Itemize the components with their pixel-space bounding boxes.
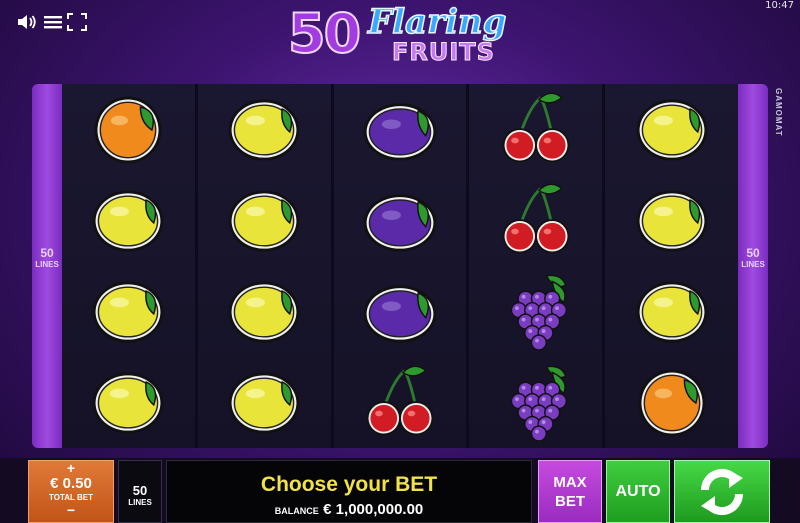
symbol-lemon <box>198 84 331 175</box>
lemon-icon <box>636 189 707 252</box>
symbol-grapes <box>469 266 602 357</box>
logo-word-2: FRUITS <box>392 38 495 67</box>
balance-display: BALANCE € 1,000,000.00 <box>167 501 531 519</box>
symbol-grapes <box>469 357 602 448</box>
reel-2 <box>197 84 331 448</box>
orange-icon <box>94 96 162 163</box>
grapes-icon <box>510 365 567 442</box>
auto-button[interactable]: AUTO <box>606 460 670 523</box>
plum-icon <box>363 284 437 343</box>
lemon-icon <box>93 371 164 434</box>
lines-caption: LINES <box>128 498 152 507</box>
reels-area <box>62 84 738 448</box>
orange-icon <box>638 369 705 436</box>
bet-increase-button[interactable]: + <box>29 461 113 475</box>
spin-button[interactable] <box>674 460 770 523</box>
lemon-icon <box>93 189 164 252</box>
balance-value: € 1,000,000.00 <box>323 501 424 518</box>
max-bet-button[interactable]: MAX BET <box>538 460 602 523</box>
cherry-icon <box>502 92 570 162</box>
message-text: Choose your BET <box>260 473 438 496</box>
cherry-icon <box>502 183 570 253</box>
lines-value: 50 <box>132 483 148 498</box>
symbol-plum <box>334 266 467 357</box>
fullscreen-icon[interactable] <box>66 12 88 32</box>
symbol-lemon <box>605 175 738 266</box>
symbol-lemon <box>62 175 195 266</box>
total-bet-control: + € 0.50 TOTAL BET − <box>28 460 114 523</box>
reel-frame: 50 LINES 50 LINES <box>32 84 768 448</box>
symbol-lemon <box>605 266 738 357</box>
plum-icon <box>363 193 437 252</box>
lemon-icon <box>228 280 300 343</box>
lemon-icon <box>228 98 300 161</box>
grapes-icon <box>510 274 567 351</box>
symbol-orange <box>62 84 195 175</box>
lemon-icon <box>636 280 707 343</box>
spin-icon <box>700 468 744 515</box>
cherry-icon <box>366 365 434 435</box>
plum-icon <box>363 102 437 161</box>
menu-icon[interactable] <box>42 12 64 32</box>
reel-5 <box>605 84 738 448</box>
logo-number: 50 <box>287 1 362 66</box>
symbol-cherry <box>469 175 602 266</box>
symbol-orange <box>605 357 738 448</box>
reel-1 <box>62 84 195 448</box>
balance-caption: BALANCE <box>274 506 319 516</box>
symbol-lemon <box>198 357 331 448</box>
reel-4 <box>469 84 603 448</box>
lines-text: LINES <box>35 260 59 269</box>
reel-3 <box>333 84 467 448</box>
symbol-cherry <box>334 357 467 448</box>
lemon-icon <box>228 189 300 252</box>
max-bet-label-2: BET <box>555 493 585 510</box>
lines-indicator-right: 50 LINES <box>738 84 768 448</box>
clock: 10:47 <box>765 0 794 11</box>
message-display: Choose your BET BALANCE € 1,000,000.00 <box>166 460 532 523</box>
lines-count: 50 <box>746 246 760 260</box>
symbol-lemon <box>605 84 738 175</box>
bet-decrease-button[interactable]: − <box>29 503 113 517</box>
symbol-plum <box>334 175 467 266</box>
sound-icon[interactable] <box>16 12 38 32</box>
symbol-lemon <box>198 175 331 266</box>
symbol-cherry <box>469 84 602 175</box>
lemon-icon <box>636 98 707 161</box>
symbol-lemon <box>62 357 195 448</box>
logo-word-1: Flaring <box>367 1 507 43</box>
lines-indicator-left: 50 LINES <box>32 84 62 448</box>
game-logo: 50 Flaring FRUITS <box>280 0 520 80</box>
provider-label: GAMOMAT <box>774 88 783 137</box>
lemon-icon <box>93 280 164 343</box>
bet-value: € 0.50 <box>50 475 92 492</box>
lemon-icon <box>228 371 300 434</box>
lines-count: 50 <box>40 246 54 260</box>
symbol-lemon <box>198 266 331 357</box>
lines-display: 50 LINES <box>118 460 162 523</box>
max-bet-label-1: MAX <box>553 474 587 491</box>
symbol-lemon <box>62 266 195 357</box>
symbol-plum <box>334 84 467 175</box>
lines-text: LINES <box>741 260 765 269</box>
